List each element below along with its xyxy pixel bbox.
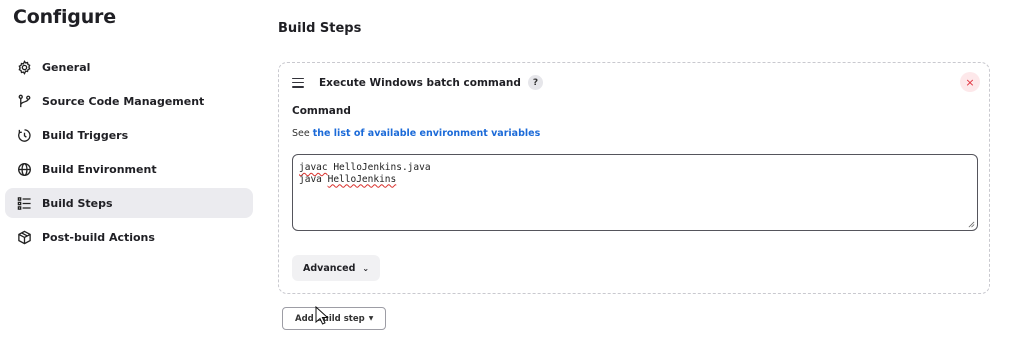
code-text: HelloJenkins.java <box>327 162 431 173</box>
page-title: Configure <box>13 6 116 28</box>
section-title: Build Steps <box>278 21 362 36</box>
env-vars-link[interactable]: the list of available environment variab… <box>313 128 540 139</box>
add-build-step-button[interactable]: Add build step ▼ <box>282 307 387 330</box>
sidebar-item-build-triggers[interactable]: Build Triggers <box>5 120 253 150</box>
sidebar-item-build-steps[interactable]: Build Steps <box>5 188 253 218</box>
help-icon[interactable]: ? <box>527 75 543 90</box>
command-label: Command <box>292 105 351 117</box>
env-vars-help: See the list of available environment va… <box>292 128 540 139</box>
clock-icon <box>16 127 32 143</box>
chevron-down-icon: ⌄ <box>362 263 370 273</box>
misspelled-word: javac <box>299 162 328 173</box>
branch-icon <box>16 93 32 109</box>
sidebar-item-label: Build Environment <box>42 162 157 176</box>
misspelled-word: HelloJenkins <box>327 173 397 185</box>
sidebar-item-general[interactable]: General <box>5 52 253 82</box>
caret-down-icon: ▼ <box>368 315 374 322</box>
drag-handle-icon[interactable] <box>292 77 304 88</box>
code-line: java HelloJenkins <box>299 174 971 186</box>
sidebar-item-source-code-management[interactable]: Source Code Management <box>5 86 253 116</box>
build-step-title: Execute Windows batch command <box>319 76 521 89</box>
globe-icon <box>16 161 32 177</box>
command-textarea[interactable]: javac HelloJenkins.java java HelloJenkin… <box>292 154 978 231</box>
package-icon <box>16 229 32 245</box>
build-step-header: Execute Windows batch command ? <box>292 75 543 90</box>
sidebar-item-label: Post-build Actions <box>42 230 155 244</box>
code-line: javac HelloJenkins.java <box>299 162 971 174</box>
code-text: java <box>299 173 328 185</box>
sidebar-item-label: Build Steps <box>42 196 113 210</box>
list-icon <box>16 195 32 211</box>
build-step-card: Execute Windows batch command ? × Comman… <box>278 62 990 294</box>
sidebar-item-post-build-actions[interactable]: Post-build Actions <box>5 222 253 252</box>
gear-icon <box>16 59 32 75</box>
help-prefix: See <box>292 128 313 139</box>
sidebar-item-label: Source Code Management <box>42 94 205 108</box>
resize-grip-icon[interactable] <box>968 221 975 228</box>
sidebar-item-label: Build Triggers <box>42 128 129 142</box>
add-build-step-label: Add build step <box>295 313 365 324</box>
advanced-label: Advanced <box>303 262 356 274</box>
advanced-button[interactable]: Advanced ⌄ <box>292 255 381 281</box>
close-icon: × <box>965 75 975 89</box>
sidebar: General Source Code Management Build Tri… <box>5 52 253 256</box>
delete-step-button[interactable]: × <box>960 72 980 92</box>
sidebar-item-build-environment[interactable]: Build Environment <box>5 154 253 184</box>
sidebar-item-label: General <box>42 60 91 74</box>
